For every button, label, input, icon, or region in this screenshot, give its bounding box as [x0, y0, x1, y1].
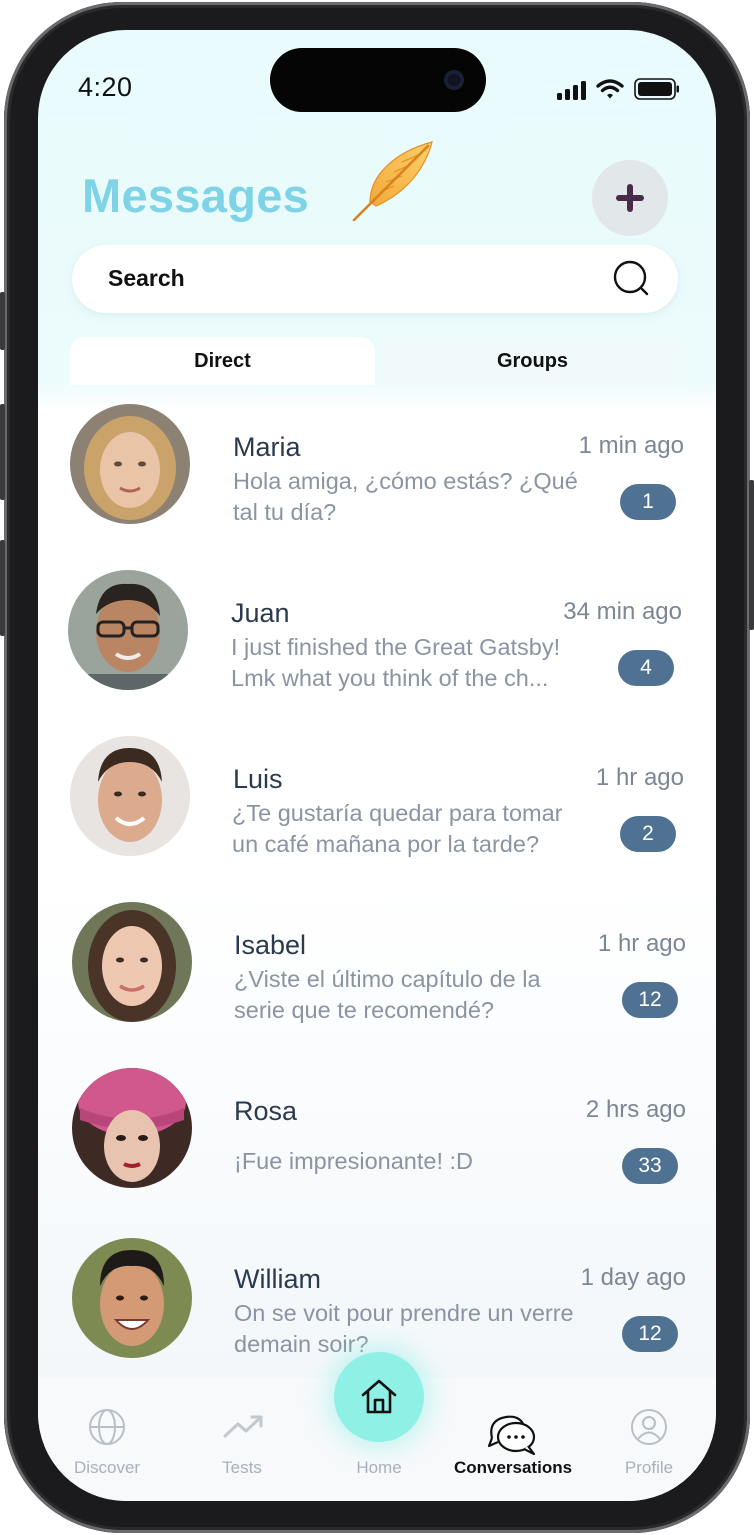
unread-badge: 33	[622, 1148, 678, 1184]
cellular-signal-icon	[557, 80, 586, 100]
avatar	[70, 736, 190, 856]
conversation-row-rosa[interactable]: Rosa 2 hrs ago ¡Fue impresionante! :D 33	[38, 1068, 716, 1208]
status-icons	[557, 78, 680, 100]
nav-label: Tests	[222, 1458, 262, 1477]
search-input[interactable]: Search	[72, 245, 678, 313]
message-time: 1 hr ago	[595, 764, 684, 791]
status-time: 4:20	[78, 72, 133, 102]
home-icon	[361, 1379, 397, 1414]
chat-bubbles-icon	[487, 1415, 536, 1456]
message-time: 1 min ago	[578, 432, 684, 459]
nav-label-home: Home	[356, 1458, 402, 1477]
feather-icon	[352, 141, 433, 222]
avatar	[70, 404, 190, 524]
tab-direct[interactable]: Direct	[70, 337, 375, 385]
nav-label: Profile	[624, 1458, 674, 1477]
contact-name: Maria	[233, 432, 301, 462]
battery-icon	[634, 78, 679, 100]
home-button[interactable]	[334, 1352, 424, 1442]
contact-name: Luis	[233, 764, 283, 794]
conversation-row-juan[interactable]: Juan 34 min ago I just finished the Grea…	[38, 570, 716, 710]
contact-name: William	[234, 1264, 321, 1294]
conversation-row-luis[interactable]: Luis 1 hr ago ¿Te gustaría quedar para t…	[38, 736, 716, 876]
contact-name: Juan	[231, 598, 290, 628]
conversation-row-isabel[interactable]: Isabel 1 hr ago ¿Viste el último capítul…	[38, 902, 716, 1042]
compose-button[interactable]	[592, 160, 668, 236]
unread-badge: 12	[622, 982, 678, 1018]
front-camera	[444, 70, 464, 90]
unread-badge: 2	[620, 816, 676, 852]
globe-icon	[89, 1409, 125, 1445]
search-placeholder: Search	[108, 265, 185, 291]
nav-label: Discover	[73, 1458, 141, 1477]
message-preview: On se voit pour prendre un verre demain …	[234, 1300, 574, 1357]
avatar	[72, 1238, 192, 1358]
avatar	[72, 902, 192, 1022]
trend-icon	[223, 1415, 263, 1438]
screen: 4:20 Messages Search Direct Groups Maria…	[38, 30, 716, 1501]
message-time: 34 min ago	[563, 598, 682, 625]
volume-up-button	[0, 404, 5, 500]
page-title: Messages	[82, 169, 310, 222]
message-preview: ¿Te gustaría quedar para tomar un café m…	[232, 800, 563, 857]
unread-badge: 12	[622, 1316, 678, 1352]
avatar	[68, 570, 188, 690]
plus-icon	[616, 184, 644, 212]
tab-groups[interactable]: Groups	[379, 337, 686, 385]
power-button	[749, 480, 754, 630]
mute-switch	[0, 292, 5, 350]
contact-name: Isabel	[234, 930, 307, 960]
message-preview: I just finished the Great Gatsby! Lmk wh…	[231, 634, 561, 691]
dynamic-island	[270, 48, 486, 112]
tab-bar: Direct Groups	[70, 337, 686, 385]
conversation-list: Maria 1 min ago Hola amiga, ¿cómo estás?…	[38, 382, 716, 1382]
message-preview: ¿Viste el último capítulo de la serie qu…	[234, 966, 541, 1023]
unread-badge: 4	[618, 650, 674, 686]
unread-badge: 1	[620, 484, 676, 520]
message-preview: ¡Fue impresionante! :D	[234, 1148, 474, 1174]
message-time: 1 hr ago	[597, 930, 686, 957]
avatar	[72, 1068, 192, 1188]
nav-label: Conversations	[453, 1458, 573, 1477]
message-time: 1 day ago	[580, 1264, 686, 1291]
wifi-icon	[596, 79, 624, 99]
search-icon[interactable]	[612, 260, 652, 298]
contact-name: Rosa	[234, 1096, 298, 1126]
conversation-row-maria[interactable]: Maria 1 min ago Hola amiga, ¿cómo estás?…	[38, 404, 716, 544]
user-icon	[631, 1409, 667, 1445]
volume-down-button	[0, 540, 5, 636]
message-preview: Hola amiga, ¿cómo estás? ¿Qué tal tu día…	[233, 468, 578, 525]
message-time: 2 hrs ago	[585, 1096, 686, 1123]
